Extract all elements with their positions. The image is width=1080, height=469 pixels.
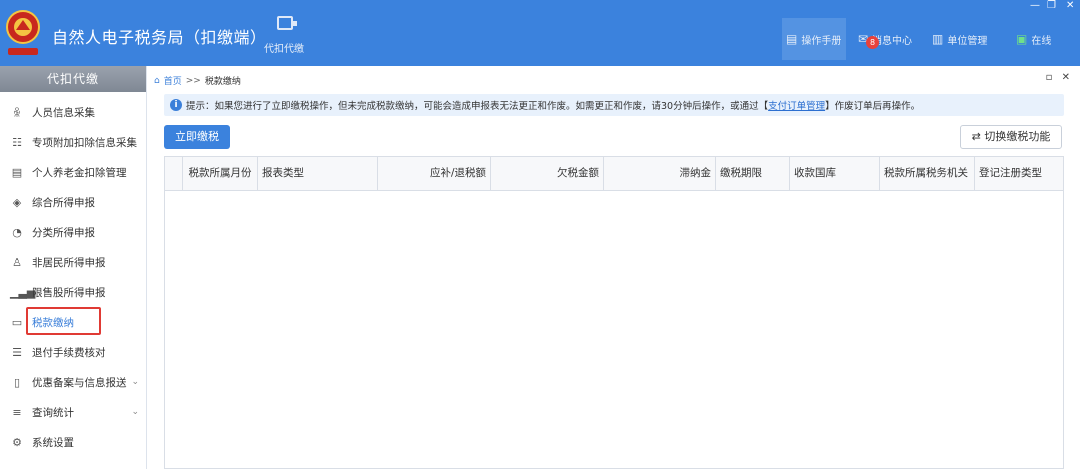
chevron-down-icon: ⌄ xyxy=(131,407,139,417)
unit-management-button[interactable]: ▥ 单位管理 xyxy=(932,18,998,60)
close-button[interactable]: ✕ xyxy=(1066,0,1074,11)
document-icon: ▤ xyxy=(786,32,798,46)
sidebar: 代扣代缴 ꆜ 人员信息采集 ☷ 专项附加扣除信息采集 ▤ 个人养老金扣除管理 ◈… xyxy=(0,66,147,469)
column-header[interactable]: 报表类型 xyxy=(258,157,378,190)
switch-label: 切换缴税功能 xyxy=(984,130,1051,143)
column-header[interactable]: 应补/退税额 xyxy=(378,157,491,190)
layers-icon: ◈ xyxy=(12,195,22,209)
highlight-box xyxy=(26,307,101,335)
breadcrumb-current: 税款缴纳 xyxy=(204,77,241,87)
sidebar-item-label: 查询统计 xyxy=(32,406,74,419)
sidebar-item-label: 专项附加扣除信息采集 xyxy=(32,136,137,149)
breadcrumb-separator: >> xyxy=(185,75,201,86)
sidebar-item-label: 优惠备案与信息报送 xyxy=(32,376,127,389)
restore-button[interactable]: ❐ xyxy=(1047,0,1056,11)
notice-bar: i 提示：如果您进行了立即缴税操作，但未完成税款缴纳，可能会造成申报表无法更正和… xyxy=(164,94,1064,116)
home-icon: ⌂ xyxy=(154,75,160,86)
tab-controls: ▫ ✕ xyxy=(1046,72,1070,83)
checklist-icon: ☰ xyxy=(12,345,22,359)
payment-order-link[interactable]: 支付订单管理 xyxy=(768,98,825,112)
pay-now-button[interactable]: 立即缴税 xyxy=(164,125,230,149)
sidebar-item-label: 退付手续费核对 xyxy=(32,346,106,359)
mail-icon: ✉ 8 xyxy=(858,32,879,49)
sidebar-item-query-statistics[interactable]: ≡ 查询统计 ⌄ xyxy=(0,398,147,426)
pension-icon: ▤ xyxy=(11,165,23,179)
tab-maximize-icon[interactable]: ▫ xyxy=(1046,72,1053,83)
building-icon: ▥ xyxy=(932,32,944,46)
sidebar-item-system-settings[interactable]: ⚙ 系统设置 xyxy=(0,428,147,456)
notice-suffix: 】作废订单后再操作。 xyxy=(825,101,921,112)
app-title: 自然人电子税务局（扣缴端） xyxy=(52,28,267,47)
sidebar-item-label: 限售股所得申报 xyxy=(32,286,106,299)
tax-payment-table: 税款所属月份 报表类型 应补/退税额 欠税金额 滞纳金 缴税期限 收款国库 税款… xyxy=(164,156,1064,469)
sidebar-item-restricted-shares[interactable]: ▁▃▅ 限售股所得申报 xyxy=(0,278,147,306)
sidebar-title: 代扣代缴 xyxy=(0,66,146,92)
sidebar-item-label: 综合所得申报 xyxy=(32,196,95,209)
column-header[interactable]: 欠税金额 xyxy=(491,157,604,190)
module-label: 代扣代缴 xyxy=(264,44,304,55)
sidebar-item-nonresident-income[interactable]: ♙ 非居民所得申报 xyxy=(0,248,147,276)
file-icon: ▯ xyxy=(13,375,21,389)
online-status-label: 在线 xyxy=(1031,35,1052,47)
sidebar-item-personnel[interactable]: ꆜ 人员信息采集 xyxy=(0,98,147,126)
sidebar-item-preferential-filing[interactable]: ▯ 优惠备案与信息报送 ⌄ xyxy=(0,368,147,396)
minimize-button[interactable]: — xyxy=(1030,0,1040,11)
tax-emblem-icon xyxy=(6,10,40,55)
message-center-button[interactable]: ✉ 8 消息中心 xyxy=(858,18,922,60)
notice-prefix: 提示：如果您进行了立即缴税操作，但未完成税款缴纳，可能会造成申报表无法更正和作废… xyxy=(186,101,769,112)
switch-icon: ⇄ xyxy=(971,130,981,143)
gear-icon: ⚙ xyxy=(12,435,22,449)
wallet-icon: ▭ xyxy=(11,315,23,329)
list-icon: ☷ xyxy=(12,135,22,149)
search-list-icon: ≡ xyxy=(12,405,22,419)
monitor-icon: ▣ xyxy=(1016,32,1028,46)
wallet-icon xyxy=(277,16,297,30)
column-header[interactable]: 税款所属税务机关 xyxy=(880,157,975,190)
person-icon: ♙ xyxy=(12,255,22,269)
chevron-down-icon: ⌄ xyxy=(131,377,139,387)
main-panel: ⌂ 首页 >> 税款缴纳 ▫ ✕ i 提示：如果您进行了立即缴税操作，但未完成税… xyxy=(148,66,1080,469)
sidebar-item-label: 系统设置 xyxy=(32,436,74,449)
switch-payment-button[interactable]: ⇄ 切换缴税功能 xyxy=(960,125,1062,149)
message-badge: 8 xyxy=(866,36,879,49)
sidebar-item-classified-income[interactable]: ◔ 分类所得申报 xyxy=(0,218,147,246)
online-status-button[interactable]: ▣ 在线 xyxy=(1016,18,1066,60)
module-withholding-button[interactable]: 代扣代缴 xyxy=(262,16,308,62)
info-icon: i xyxy=(170,99,182,111)
app-header: 自然人电子税务局（扣缴端） 代扣代缴 — ❐ ✕ ▤ 操作手册 ✉ 8 消息中心 … xyxy=(0,0,1080,66)
table-header: 税款所属月份 报表类型 应补/退税额 欠税金额 滞纳金 缴税期限 收款国库 税款… xyxy=(165,157,1063,191)
select-column-header[interactable] xyxy=(165,157,183,190)
sidebar-item-special-deduction[interactable]: ☷ 专项附加扣除信息采集 xyxy=(0,128,147,156)
manual-button[interactable]: ▤ 操作手册 xyxy=(782,18,846,60)
pie-icon: ◔ xyxy=(12,225,22,239)
sidebar-item-refund-fee[interactable]: ☰ 退付手续费核对 xyxy=(0,338,147,366)
user-icon: ꆜ xyxy=(12,106,22,120)
tab-close-icon[interactable]: ✕ xyxy=(1062,72,1070,83)
sidebar-item-label: 非居民所得申报 xyxy=(32,256,106,269)
column-header[interactable]: 滞纳金 xyxy=(604,157,716,190)
sidebar-item-pension[interactable]: ▤ 个人养老金扣除管理 xyxy=(0,158,147,186)
sidebar-item-label: 分类所得申报 xyxy=(32,226,95,239)
breadcrumb: ⌂ 首页 >> 税款缴纳 xyxy=(154,74,241,88)
sidebar-item-label: 个人养老金扣除管理 xyxy=(32,166,127,179)
column-header[interactable]: 收款国库 xyxy=(790,157,880,190)
column-header[interactable]: 登记注册类型 xyxy=(975,157,1063,190)
manual-label: 操作手册 xyxy=(801,35,842,47)
column-header[interactable]: 税款所属月份 xyxy=(183,157,258,190)
column-header[interactable]: 缴税期限 xyxy=(716,157,790,190)
breadcrumb-home[interactable]: 首页 xyxy=(164,74,182,87)
sidebar-item-comprehensive-income[interactable]: ◈ 综合所得申报 xyxy=(0,188,147,216)
bar-chart-icon: ▁▃▅ xyxy=(10,285,36,299)
sidebar-item-label: 人员信息采集 xyxy=(32,106,95,119)
unit-management-label: 单位管理 xyxy=(947,35,988,47)
